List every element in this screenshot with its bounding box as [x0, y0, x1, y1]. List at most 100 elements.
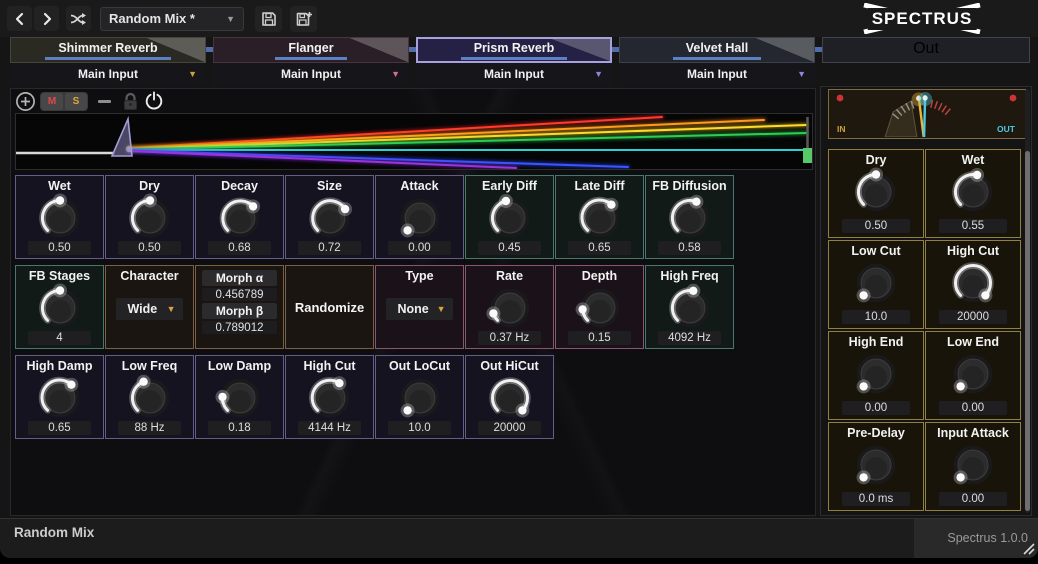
param-value[interactable]: 0.00: [939, 492, 1007, 506]
knob-fb-diffusion[interactable]: [662, 193, 718, 241]
knob-out-hicut[interactable]: [482, 373, 538, 421]
knob-rate[interactable]: [482, 283, 538, 331]
lock-icon[interactable]: [121, 91, 140, 111]
param-value[interactable]: 0.50: [842, 219, 910, 233]
knob-early-diff[interactable]: [482, 193, 538, 241]
knob-attack[interactable]: [392, 193, 448, 241]
param-value[interactable]: 0.55: [939, 219, 1007, 233]
param-value[interactable]: 4092 Hz: [658, 331, 721, 345]
param-value[interactable]: 0.15: [568, 331, 631, 345]
forward-button[interactable]: [34, 6, 59, 31]
param-value[interactable]: 0.18: [208, 421, 271, 435]
tab-out[interactable]: Out: [822, 37, 1030, 63]
param-cell-out-locut: Out LoCut 10.0: [375, 355, 464, 439]
knob-high-freq[interactable]: [662, 283, 718, 331]
prism-visualizer[interactable]: [15, 113, 813, 170]
knob-high-damp[interactable]: [32, 373, 88, 421]
param-value[interactable]: 0.65: [28, 421, 91, 435]
param-label: Type: [405, 269, 434, 283]
param-value[interactable]: 0.72: [298, 241, 361, 255]
save-as-button[interactable]: [290, 5, 317, 32]
param-value[interactable]: 0.00: [842, 401, 910, 415]
preset-name: Random Mix *: [109, 11, 195, 26]
level-slider-handle[interactable]: [803, 148, 812, 163]
param-value[interactable]: 4: [28, 331, 91, 345]
param-label: Low Freq: [121, 359, 178, 373]
tab-flanger[interactable]: Flanger: [213, 37, 409, 63]
knob-decay[interactable]: [212, 193, 268, 241]
param-value[interactable]: 88 Hz: [118, 421, 181, 435]
tab-label: Shimmer Reverb: [45, 41, 171, 60]
knob-low-cut[interactable]: [848, 258, 904, 306]
input-selector-label: Main Input: [281, 67, 341, 81]
input-selector-prism-reverb[interactable]: Main Input ▼: [416, 63, 612, 85]
knob-low-freq[interactable]: [122, 373, 178, 421]
param-value[interactable]: 4144 Hz: [298, 421, 361, 435]
add-node-button[interactable]: [15, 91, 36, 112]
param-cell-fb-stages: FB Stages 4: [15, 265, 104, 349]
knob-low-end[interactable]: [945, 349, 1001, 397]
right-panel-scrollbar[interactable]: [1025, 89, 1030, 513]
back-button[interactable]: [7, 6, 32, 31]
knob-late-diff[interactable]: [572, 193, 628, 241]
param-value[interactable]: 20000: [939, 310, 1007, 324]
param-cell-character: Character Wide ▼: [105, 265, 194, 349]
randomize-shuffle-button[interactable]: [66, 6, 91, 31]
param-value[interactable]: 0.45: [478, 241, 541, 255]
param-value[interactable]: 0.68: [208, 241, 271, 255]
param-value[interactable]: 10.0: [388, 421, 451, 435]
param-value[interactable]: 0.37 Hz: [478, 331, 541, 345]
param-cell-high-cut: High Cut 20000: [925, 240, 1021, 329]
param-value[interactable]: 0.0 ms: [842, 492, 910, 506]
knob-pre-delay[interactable]: [848, 440, 904, 488]
knob-high-end[interactable]: [848, 349, 904, 397]
param-value[interactable]: 0.58: [658, 241, 721, 255]
knob-dry[interactable]: [122, 193, 178, 241]
tab-prism-reverb[interactable]: Prism Reverb: [416, 37, 612, 63]
power-icon[interactable]: [144, 91, 164, 111]
param-label: FB Stages: [28, 269, 91, 283]
param-cell-decay: Decay 0.68: [195, 175, 284, 259]
resize-grip[interactable]: [1022, 542, 1036, 556]
tab-velvet-hall[interactable]: Velvet Hall: [619, 37, 815, 63]
save-button[interactable]: [255, 5, 282, 32]
output-panel: IN OUT Dry 0.50 Wet 0.55 Low Cut 10.0 Hig: [820, 86, 1032, 516]
knob-input-attack[interactable]: [945, 440, 1001, 488]
param-label: Depth: [581, 269, 618, 283]
meter-out-label: OUT: [997, 124, 1016, 134]
param-value[interactable]: 10.0: [842, 310, 910, 324]
morph-value[interactable]: 0.789012: [202, 321, 277, 334]
knob-out-locut[interactable]: [392, 373, 448, 421]
dropdown-character[interactable]: Wide ▼: [116, 298, 183, 320]
minimize-dash-icon[interactable]: [98, 99, 111, 103]
param-cell-dry: Dry 0.50: [105, 175, 194, 259]
input-selector-shimmer-reverb[interactable]: Main Input ▼: [10, 63, 206, 85]
knob-depth[interactable]: [572, 283, 628, 331]
tab-shimmer-reverb[interactable]: Shimmer Reverb: [10, 37, 206, 63]
param-value[interactable]: 0.50: [118, 241, 181, 255]
knob-low-damp[interactable]: [212, 373, 268, 421]
mute-button[interactable]: M: [41, 92, 63, 110]
param-value[interactable]: 0.00: [388, 241, 451, 255]
knob-size[interactable]: [302, 193, 358, 241]
preset-selector[interactable]: Random Mix * ▼: [100, 6, 244, 31]
input-selector-velvet-hall[interactable]: Main Input ▼: [619, 63, 815, 85]
randomize-button[interactable]: Randomize: [286, 266, 373, 348]
scrollbar-thumb[interactable]: [1025, 151, 1030, 511]
knob-wet[interactable]: [32, 193, 88, 241]
input-selector-flanger[interactable]: Main Input ▼: [213, 63, 409, 85]
param-value[interactable]: 0.50: [28, 241, 91, 255]
param-label: Dry: [139, 179, 160, 193]
param-value[interactable]: 20000: [478, 421, 541, 435]
knob-high-cut[interactable]: [945, 258, 1001, 306]
knob-fb-stages[interactable]: [32, 283, 88, 331]
param-value[interactable]: 0.65: [568, 241, 631, 255]
knob-high-cut[interactable]: [302, 373, 358, 421]
knob-wet[interactable]: [945, 167, 1001, 215]
param-cell-low-cut: Low Cut 10.0: [828, 240, 924, 329]
param-value[interactable]: 0.00: [939, 401, 1007, 415]
dropdown-type[interactable]: None ▼: [386, 298, 453, 320]
knob-dry[interactable]: [848, 167, 904, 215]
morph-value[interactable]: 0.456789: [202, 288, 277, 301]
solo-button[interactable]: S: [65, 92, 87, 110]
